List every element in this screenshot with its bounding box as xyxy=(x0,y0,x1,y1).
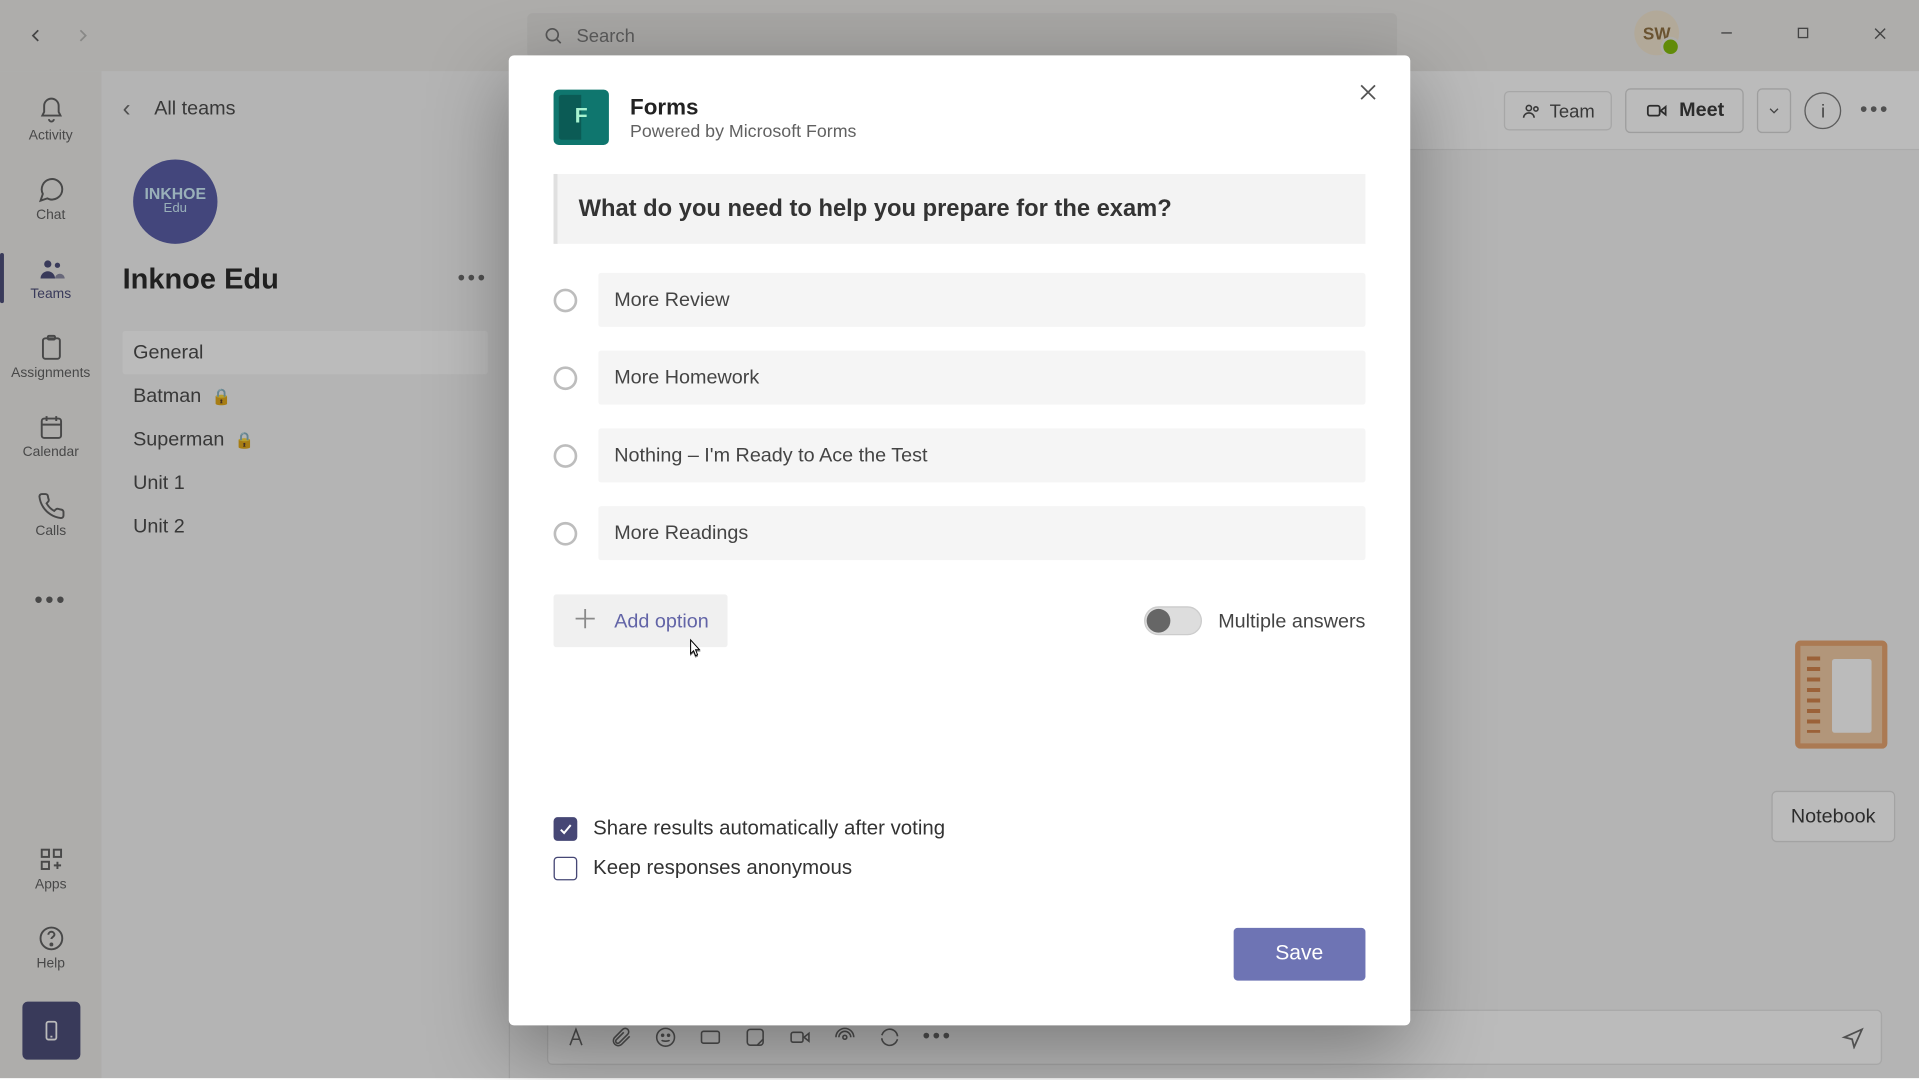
add-option-label: Add option xyxy=(614,610,709,632)
forms-modal: F Forms Powered by Microsoft Forms What … xyxy=(509,55,1411,1025)
radio-icon xyxy=(554,521,578,545)
plus-icon: ＋ xyxy=(572,608,598,634)
multiple-answers-label: Multiple answers xyxy=(1218,610,1365,632)
modal-title: Forms xyxy=(630,94,856,120)
poll-options xyxy=(554,273,1366,560)
radio-icon xyxy=(554,288,578,312)
save-button[interactable]: Save xyxy=(1233,928,1365,981)
poll-option-row xyxy=(554,428,1366,482)
checkbox-checked-icon xyxy=(554,817,578,841)
radio-icon xyxy=(554,366,578,390)
share-results-checkbox[interactable]: Share results automatically after voting xyxy=(554,817,946,841)
poll-option-row xyxy=(554,351,1366,405)
modal-close-button[interactable] xyxy=(1350,74,1387,111)
close-icon xyxy=(1356,80,1380,104)
multiple-answers-toggle[interactable] xyxy=(1144,606,1202,635)
poll-option-input[interactable] xyxy=(598,273,1365,327)
modal-subtitle: Powered by Microsoft Forms xyxy=(630,121,856,141)
poll-option-row xyxy=(554,506,1366,560)
checkbox-unchecked-icon xyxy=(554,857,578,881)
poll-option-row xyxy=(554,273,1366,327)
anonymous-checkbox[interactable]: Keep responses anonymous xyxy=(554,857,946,881)
add-option-button[interactable]: ＋ Add option xyxy=(554,594,728,647)
poll-option-input[interactable] xyxy=(598,351,1365,405)
checkbox-label: Share results automatically after voting xyxy=(593,817,945,841)
forms-app-icon: F xyxy=(554,90,609,145)
checkbox-label: Keep responses anonymous xyxy=(593,857,852,881)
poll-question-input[interactable]: What do you need to help you prepare for… xyxy=(554,174,1366,244)
poll-option-input[interactable] xyxy=(598,428,1365,482)
poll-option-input[interactable] xyxy=(598,506,1365,560)
radio-icon xyxy=(554,444,578,468)
